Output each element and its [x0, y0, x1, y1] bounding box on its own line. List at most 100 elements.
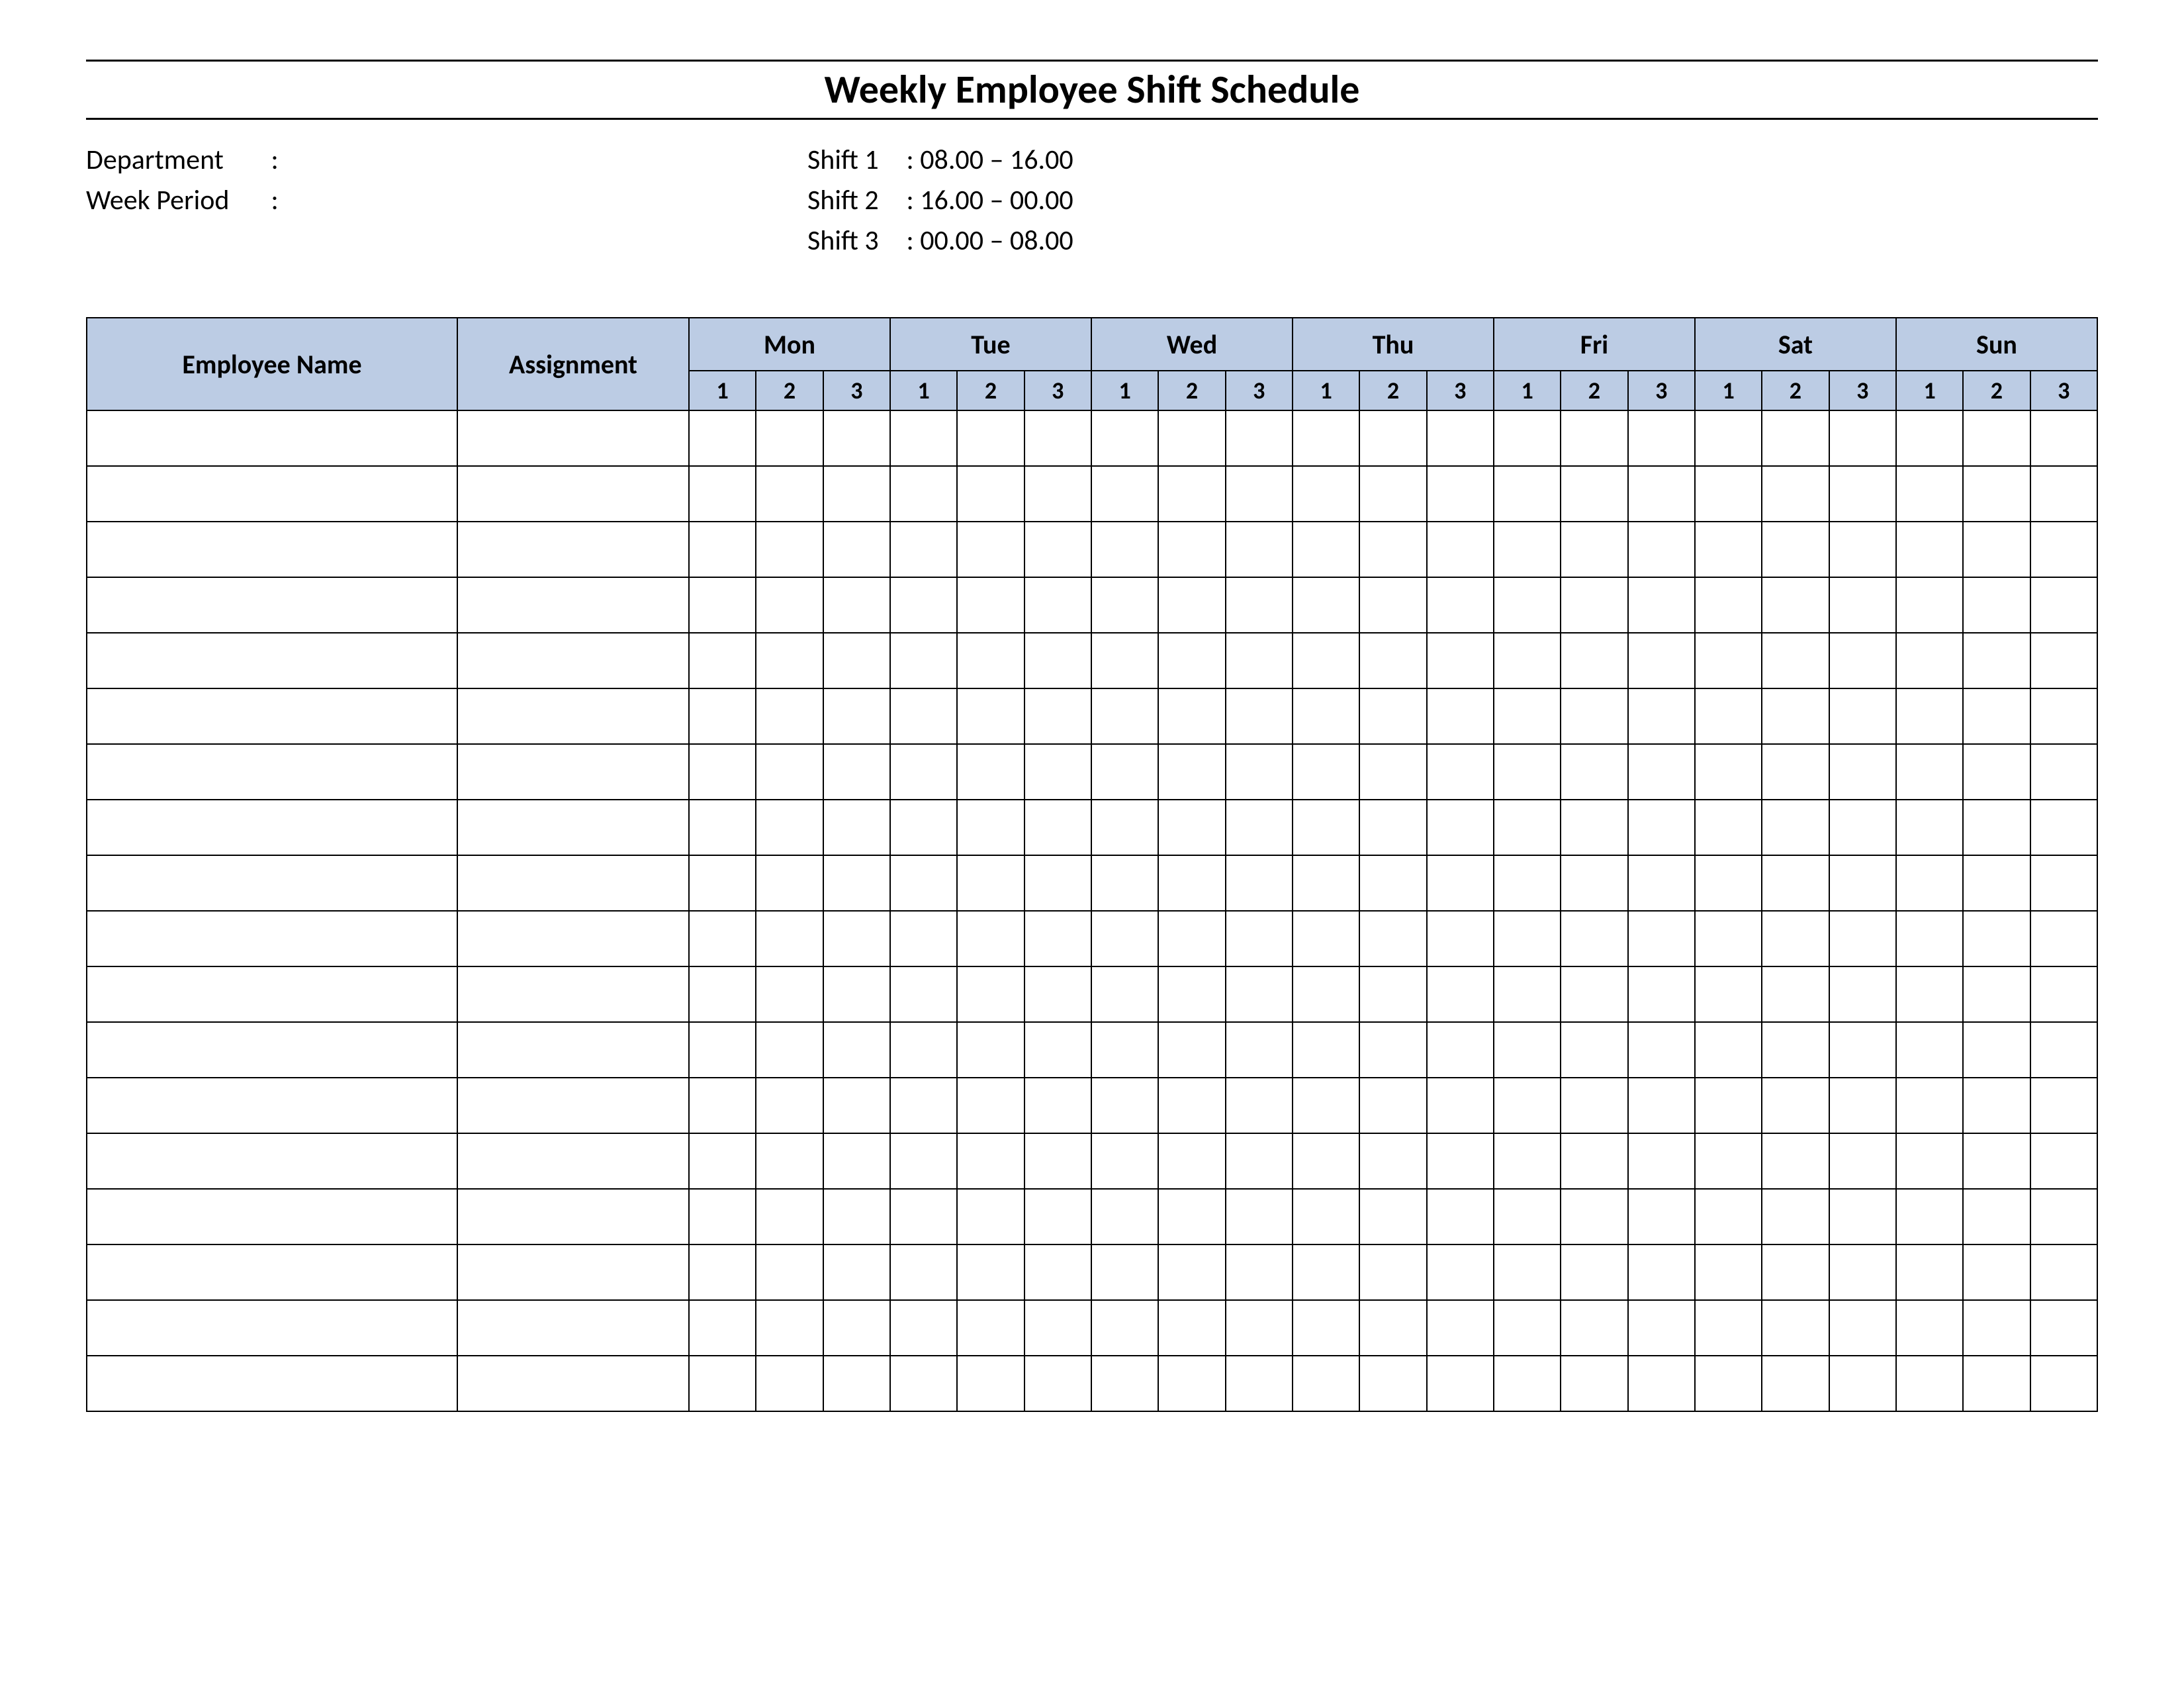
cell-shift[interactable] — [1494, 966, 1561, 1022]
cell-shift[interactable] — [1091, 577, 1158, 633]
cell-shift[interactable] — [1561, 688, 1627, 744]
cell-shift[interactable] — [890, 410, 957, 466]
cell-shift[interactable] — [1829, 1133, 1896, 1189]
cell-shift[interactable] — [1561, 466, 1627, 522]
cell-shift[interactable] — [756, 688, 823, 744]
cell-shift[interactable] — [823, 577, 890, 633]
cell-shift[interactable] — [1628, 466, 1695, 522]
cell-shift[interactable] — [1158, 1300, 1225, 1356]
cell-shift[interactable] — [1024, 466, 1091, 522]
cell-shift[interactable] — [1226, 911, 1293, 966]
cell-shift[interactable] — [1628, 1244, 1695, 1300]
cell-shift[interactable] — [1091, 1356, 1158, 1411]
cell-employee-name[interactable] — [87, 688, 457, 744]
cell-shift[interactable] — [890, 1244, 957, 1300]
cell-shift[interactable] — [2030, 855, 2097, 911]
cell-shift[interactable] — [1494, 1356, 1561, 1411]
cell-assignment[interactable] — [457, 466, 689, 522]
cell-shift[interactable] — [957, 633, 1024, 688]
cell-shift[interactable] — [1226, 688, 1293, 744]
cell-assignment[interactable] — [457, 1356, 689, 1411]
cell-shift[interactable] — [1829, 1189, 1896, 1244]
cell-shift[interactable] — [890, 1133, 957, 1189]
cell-shift[interactable] — [1896, 744, 1963, 800]
cell-shift[interactable] — [2030, 466, 2097, 522]
cell-shift[interactable] — [1293, 1078, 1359, 1133]
cell-shift[interactable] — [1091, 522, 1158, 577]
cell-shift[interactable] — [1628, 1300, 1695, 1356]
cell-assignment[interactable] — [457, 1133, 689, 1189]
cell-shift[interactable] — [689, 1133, 756, 1189]
cell-assignment[interactable] — [457, 577, 689, 633]
cell-shift[interactable] — [957, 911, 1024, 966]
cell-shift[interactable] — [756, 966, 823, 1022]
cell-shift[interactable] — [689, 410, 756, 466]
cell-shift[interactable] — [1024, 800, 1091, 855]
cell-shift[interactable] — [1494, 688, 1561, 744]
cell-shift[interactable] — [823, 744, 890, 800]
cell-employee-name[interactable] — [87, 1078, 457, 1133]
cell-shift[interactable] — [1628, 744, 1695, 800]
cell-shift[interactable] — [1762, 522, 1829, 577]
cell-shift[interactable] — [1695, 1189, 1762, 1244]
cell-shift[interactable] — [1293, 800, 1359, 855]
cell-shift[interactable] — [689, 1244, 756, 1300]
cell-shift[interactable] — [1628, 1022, 1695, 1078]
cell-shift[interactable] — [756, 1356, 823, 1411]
cell-shift[interactable] — [1091, 800, 1158, 855]
cell-shift[interactable] — [1427, 1022, 1494, 1078]
cell-shift[interactable] — [957, 466, 1024, 522]
cell-shift[interactable] — [1293, 966, 1359, 1022]
cell-shift[interactable] — [756, 744, 823, 800]
cell-shift[interactable] — [1359, 800, 1426, 855]
cell-shift[interactable] — [957, 1022, 1024, 1078]
cell-shift[interactable] — [1024, 1189, 1091, 1244]
cell-shift[interactable] — [1158, 522, 1225, 577]
cell-shift[interactable] — [1695, 522, 1762, 577]
cell-shift[interactable] — [1226, 410, 1293, 466]
cell-shift[interactable] — [957, 800, 1024, 855]
cell-shift[interactable] — [1024, 744, 1091, 800]
cell-shift[interactable] — [689, 911, 756, 966]
cell-shift[interactable] — [1896, 855, 1963, 911]
cell-assignment[interactable] — [457, 744, 689, 800]
cell-shift[interactable] — [1293, 633, 1359, 688]
cell-shift[interactable] — [957, 966, 1024, 1022]
cell-shift[interactable] — [2030, 1356, 2097, 1411]
cell-shift[interactable] — [890, 966, 957, 1022]
cell-shift[interactable] — [823, 800, 890, 855]
cell-employee-name[interactable] — [87, 633, 457, 688]
cell-shift[interactable] — [1024, 966, 1091, 1022]
cell-shift[interactable] — [756, 522, 823, 577]
cell-shift[interactable] — [1762, 633, 1829, 688]
cell-shift[interactable] — [2030, 688, 2097, 744]
cell-employee-name[interactable] — [87, 522, 457, 577]
cell-shift[interactable] — [1158, 855, 1225, 911]
cell-shift[interactable] — [1226, 1300, 1293, 1356]
cell-shift[interactable] — [1091, 688, 1158, 744]
cell-shift[interactable] — [1762, 466, 1829, 522]
cell-shift[interactable] — [1561, 800, 1627, 855]
cell-shift[interactable] — [1695, 1022, 1762, 1078]
cell-shift[interactable] — [2030, 1189, 2097, 1244]
cell-shift[interactable] — [1628, 855, 1695, 911]
cell-shift[interactable] — [1762, 800, 1829, 855]
cell-shift[interactable] — [957, 1078, 1024, 1133]
cell-shift[interactable] — [890, 577, 957, 633]
cell-shift[interactable] — [1896, 911, 1963, 966]
cell-shift[interactable] — [1226, 1189, 1293, 1244]
cell-shift[interactable] — [756, 1133, 823, 1189]
cell-shift[interactable] — [1226, 1356, 1293, 1411]
cell-assignment[interactable] — [457, 1078, 689, 1133]
cell-shift[interactable] — [1695, 1356, 1762, 1411]
cell-shift[interactable] — [1494, 1189, 1561, 1244]
cell-shift[interactable] — [1829, 1022, 1896, 1078]
cell-shift[interactable] — [1226, 1133, 1293, 1189]
cell-shift[interactable] — [1158, 633, 1225, 688]
cell-shift[interactable] — [1628, 1189, 1695, 1244]
cell-shift[interactable] — [1293, 688, 1359, 744]
cell-shift[interactable] — [1963, 466, 2030, 522]
cell-shift[interactable] — [689, 744, 756, 800]
cell-shift[interactable] — [1024, 1133, 1091, 1189]
cell-shift[interactable] — [1896, 1022, 1963, 1078]
